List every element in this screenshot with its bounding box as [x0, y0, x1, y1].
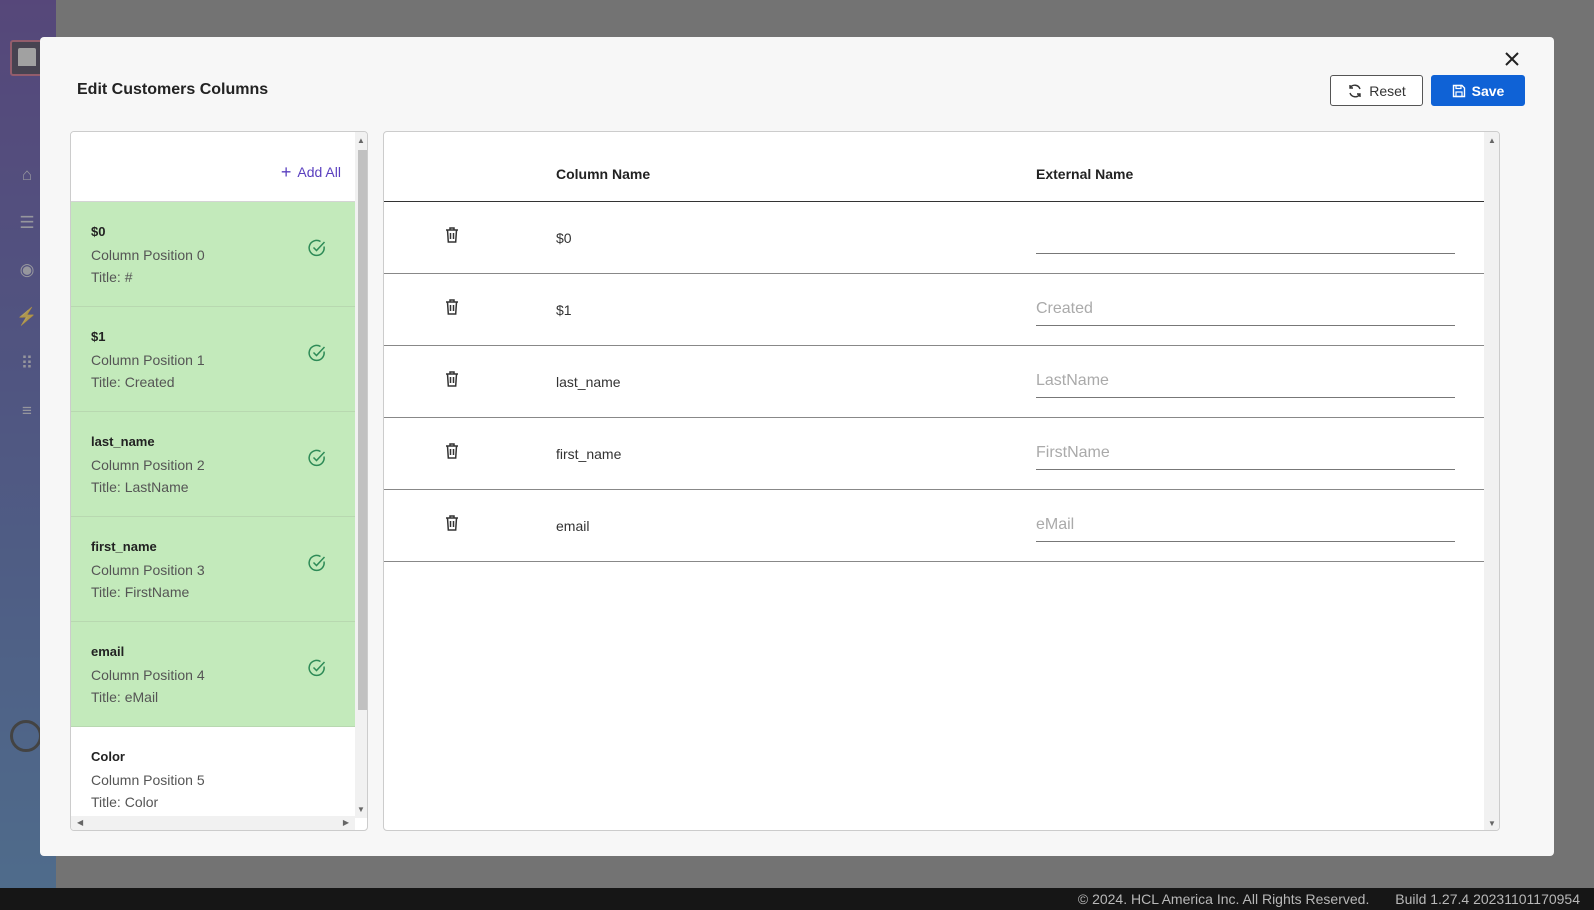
- scroll-up-icon[interactable]: ▲: [1488, 136, 1496, 145]
- column-name-cell: $1: [556, 302, 572, 318]
- external-name-input[interactable]: [1036, 220, 1455, 254]
- check-circle-icon: [308, 554, 326, 572]
- table-row: first_name: [384, 418, 1484, 490]
- trash-icon[interactable]: [443, 514, 461, 532]
- plus-icon: +: [280, 162, 292, 182]
- table-row: $0: [384, 202, 1484, 274]
- reset-button[interactable]: Reset: [1330, 75, 1423, 106]
- add-all-label: Add All: [297, 164, 341, 180]
- refresh-icon: [1349, 84, 1361, 97]
- available-columns-header: + Add All: [71, 132, 355, 202]
- column-item-name: email: [91, 644, 125, 659]
- column-item-title: Title: Color: [91, 794, 159, 810]
- save-label: Save: [1471, 82, 1505, 99]
- external-name-input[interactable]: [1036, 436, 1455, 470]
- column-name-header: Column Name: [556, 166, 651, 182]
- external-name-input[interactable]: [1036, 508, 1455, 542]
- table-row: $1: [384, 274, 1484, 346]
- column-list-item[interactable]: $1 Column Position 1 Title: Created: [71, 307, 355, 412]
- column-item-name: first_name: [91, 539, 157, 554]
- column-item-title: Title: eMail: [91, 689, 159, 705]
- column-item-position: Column Position 5: [91, 772, 205, 788]
- app-footer: © 2024. HCL America Inc. All Rights Rese…: [0, 888, 1594, 910]
- table-row: last_name: [384, 346, 1484, 418]
- left-vertical-scrollbar[interactable]: ▲ ▼: [355, 132, 367, 818]
- column-item-title: Title: FirstName: [91, 584, 190, 600]
- scroll-up-icon[interactable]: ▲: [357, 136, 365, 145]
- close-icon[interactable]: [1500, 47, 1524, 71]
- column-name-cell: $0: [556, 230, 572, 246]
- left-horizontal-scrollbar[interactable]: ◀ ▶: [71, 816, 355, 830]
- column-list-item[interactable]: last_name Column Position 2 Title: LastNam…: [71, 412, 355, 517]
- external-name-input[interactable]: [1036, 364, 1455, 398]
- scroll-down-icon[interactable]: ▼: [357, 805, 365, 814]
- scroll-right-icon[interactable]: ▶: [343, 818, 349, 827]
- column-item-title: Title: #: [91, 269, 133, 285]
- reset-label: Reset: [1369, 82, 1406, 99]
- table-row: email: [384, 490, 1484, 562]
- trash-icon[interactable]: [443, 442, 461, 460]
- column-item-name: last_name: [91, 434, 155, 449]
- check-circle-icon: [308, 449, 326, 467]
- check-circle-icon: [308, 659, 326, 677]
- table-header: Column Name External Name: [384, 132, 1484, 202]
- trash-icon[interactable]: [443, 370, 461, 388]
- column-item-name: $1: [91, 329, 106, 344]
- selected-columns-table: Column Name External Name $0 $1 last_namef…: [383, 131, 1500, 831]
- scroll-left-icon[interactable]: ◀: [77, 818, 83, 827]
- scroll-down-icon[interactable]: ▼: [1488, 819, 1496, 828]
- right-vertical-scrollbar[interactable]: ▲ ▼: [1484, 132, 1499, 830]
- column-name-cell: email: [556, 518, 590, 534]
- check-circle-icon: [308, 239, 326, 257]
- edit-columns-modal: Edit Customers Columns Reset Save + Add …: [40, 37, 1554, 856]
- column-list-item[interactable]: $0 Column Position 0 Title: #: [71, 202, 355, 307]
- column-list-item[interactable]: first_name Column Position 3 Title: FirstN…: [71, 517, 355, 622]
- column-item-title: Title: LastName: [91, 479, 189, 495]
- trash-icon[interactable]: [443, 226, 461, 244]
- external-name-header: External Name: [1036, 166, 1134, 182]
- column-item-name: $0: [91, 224, 106, 239]
- available-columns-list: $0 Column Position 0 Title: # $1 Column Posi…: [71, 202, 355, 830]
- save-button[interactable]: Save: [1431, 75, 1525, 106]
- build-text: Build 1.27.4 20231101170954: [1395, 891, 1580, 907]
- external-name-input[interactable]: [1036, 292, 1455, 326]
- column-name-cell: first_name: [556, 446, 622, 462]
- column-item-title: Title: Created: [91, 374, 175, 390]
- available-columns-panel: + Add All $0 Column Position 0 Title: # $1 C…: [70, 131, 368, 831]
- copyright-text: © 2024. HCL America Inc. All Rights Rese…: [1077, 891, 1370, 907]
- column-list-item[interactable]: email Column Position 4 Title: eMail: [71, 622, 355, 727]
- trash-icon[interactable]: [443, 298, 461, 316]
- column-item-name: Color: [91, 749, 125, 764]
- floppy-save-icon: [1452, 84, 1465, 97]
- column-name-cell: last_name: [556, 374, 621, 390]
- modal-title: Edit Customers Columns: [77, 81, 269, 98]
- scroll-thumb[interactable]: [358, 150, 367, 710]
- add-all-button[interactable]: + Add All: [280, 162, 341, 182]
- check-circle-icon: [308, 344, 326, 362]
